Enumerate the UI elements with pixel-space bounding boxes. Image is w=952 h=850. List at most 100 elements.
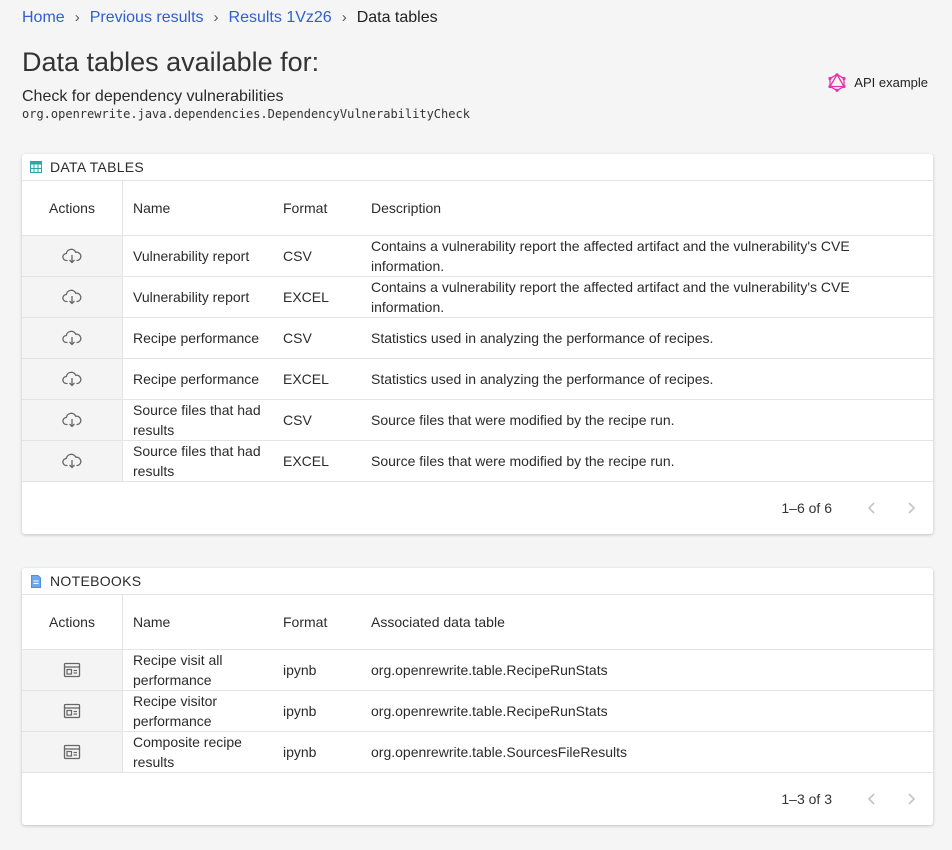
name-cell: Recipe visitor performance: [133, 693, 218, 729]
actions-cell: [22, 359, 123, 399]
previous-page-button[interactable]: [862, 789, 882, 809]
column-header-name[interactable]: Name: [123, 198, 273, 218]
chevron-left-icon: [867, 793, 875, 805]
description-cell: Statistics used in analyzing the perform…: [371, 330, 714, 346]
breadcrumb-results-link[interactable]: Results 1Vz26: [229, 8, 332, 28]
actions-cell: [22, 691, 123, 731]
table-row: Source files that had results CSV Source f…: [22, 400, 933, 441]
format-cell: EXCEL: [283, 453, 329, 469]
download-button[interactable]: [60, 408, 84, 432]
description-cell: Source files that were modified by the r…: [371, 412, 675, 428]
table-row: Recipe visitor performance ipynb org.openr…: [22, 691, 933, 732]
table-row: Recipe performance EXCEL Statistics used i…: [22, 359, 933, 400]
description-cell: Source files that were modified by the r…: [371, 453, 675, 469]
actions-cell: [22, 400, 123, 440]
cloud-download-icon: [62, 289, 82, 305]
format-cell: CSV: [283, 248, 312, 264]
description-cell: Contains a vulnerability report the affe…: [371, 238, 850, 274]
recipe-id: org.openrewrite.java.dependencies.Depend…: [22, 107, 470, 121]
download-button[interactable]: [60, 244, 84, 268]
table-row: Source files that had results EXCEL Source…: [22, 441, 933, 482]
download-button[interactable]: [60, 449, 84, 473]
pagination-count: 1–3 of 3: [781, 791, 832, 807]
notebook-view-icon: [63, 744, 81, 760]
column-header-actions: Actions: [22, 181, 123, 235]
notebooks-title: NOTEBOOKS: [50, 573, 142, 589]
format-cell: CSV: [283, 412, 312, 428]
data-tables-pagination: 1–6 of 6: [22, 482, 933, 534]
page-title: Data tables available for:: [22, 47, 320, 77]
data-tables-title: DATA TABLES: [50, 159, 145, 175]
breadcrumb-separator: ›: [74, 9, 80, 26]
actions-cell: [22, 277, 123, 317]
notebooks-pagination: 1–3 of 3: [22, 773, 933, 825]
name-cell: Vulnerability report: [133, 289, 250, 305]
api-example-label: API example: [854, 75, 928, 90]
format-cell: ipynb: [283, 744, 317, 760]
data-tables-grid: Actions Name Format Description Vulnerab…: [22, 181, 933, 482]
format-cell: EXCEL: [283, 289, 329, 305]
api-example-button[interactable]: API example: [828, 73, 928, 92]
next-page-button[interactable]: [901, 789, 921, 809]
download-button[interactable]: [60, 367, 84, 391]
associated-data-table-cell: org.openrewrite.table.RecipeRunStats: [371, 662, 608, 678]
download-button[interactable]: [60, 285, 84, 309]
column-header-description[interactable]: Description: [361, 198, 933, 218]
recipe-name: Check for dependency vulnerabilities: [22, 88, 284, 105]
chevron-right-icon: [908, 502, 916, 514]
previous-page-button[interactable]: [862, 498, 882, 518]
breadcrumb-separator: ›: [341, 9, 347, 26]
breadcrumb: Home › Previous results › Results 1Vz26 …: [22, 8, 438, 28]
table-row: Composite recipe results ipynb org.openrew…: [22, 732, 933, 773]
cloud-download-icon: [62, 371, 82, 387]
column-header-format[interactable]: Format: [273, 614, 361, 630]
actions-cell: [22, 441, 123, 481]
actions-cell: [22, 318, 123, 358]
actions-cell: [22, 732, 123, 772]
format-cell: ipynb: [283, 662, 317, 678]
cloud-download-icon: [62, 248, 82, 264]
breadcrumb-home-link[interactable]: Home: [22, 8, 65, 28]
table-row: Vulnerability report CSV Contains a vulner…: [22, 236, 933, 277]
name-cell: Recipe performance: [133, 330, 260, 346]
data-tables-card: DATA TABLES Actions Name Format Descript…: [22, 154, 933, 534]
data-tables-header: DATA TABLES: [22, 154, 933, 181]
breadcrumb-separator: ›: [213, 9, 219, 26]
cloud-download-icon: [62, 453, 82, 469]
download-button[interactable]: [60, 326, 84, 350]
table-icon: [30, 161, 42, 173]
notebooks-grid: Actions Name Format Associated data tabl…: [22, 595, 933, 773]
breadcrumb-previous-results-link[interactable]: Previous results: [90, 8, 204, 28]
name-cell: Vulnerability report: [133, 248, 250, 264]
name-cell: Composite recipe results: [133, 734, 242, 770]
pagination-count: 1–6 of 6: [781, 500, 832, 516]
next-page-button[interactable]: [901, 498, 921, 518]
open-notebook-button[interactable]: [60, 699, 84, 723]
column-header-associated-data-table[interactable]: Associated data table: [361, 612, 933, 632]
associated-data-table-cell: org.openrewrite.table.SourcesFileResults: [371, 744, 628, 760]
description-cell: Statistics used in analyzing the perform…: [371, 371, 714, 387]
column-header-name[interactable]: Name: [123, 612, 273, 632]
chevron-left-icon: [867, 502, 875, 514]
notebooks-card: NOTEBOOKS Actions Name Format Associated…: [22, 568, 933, 825]
name-cell: Source files that had results: [133, 402, 261, 438]
column-header-format[interactable]: Format: [273, 200, 361, 216]
breadcrumb-current: Data tables: [356, 9, 438, 26]
description-cell: Contains a vulnerability report the affe…: [371, 279, 850, 315]
open-notebook-button[interactable]: [60, 740, 84, 764]
notebooks-header: NOTEBOOKS: [22, 568, 933, 595]
format-cell: ipynb: [283, 703, 317, 719]
format-cell: CSV: [283, 330, 312, 346]
actions-cell: [22, 650, 123, 690]
table-row: Recipe visit all performance ipynb org.ope…: [22, 650, 933, 691]
cloud-download-icon: [62, 330, 82, 346]
associated-data-table-cell: org.openrewrite.table.RecipeRunStats: [371, 703, 608, 719]
table-header-row: Actions Name Format Associated data tabl…: [22, 595, 933, 650]
notebook-view-icon: [63, 662, 81, 678]
table-header-row: Actions Name Format Description: [22, 181, 933, 236]
chevron-right-icon: [908, 793, 916, 805]
format-cell: EXCEL: [283, 371, 329, 387]
name-cell: Recipe performance: [133, 371, 260, 387]
table-row: Recipe performance CSV Statistics used in …: [22, 318, 933, 359]
open-notebook-button[interactable]: [60, 658, 84, 682]
